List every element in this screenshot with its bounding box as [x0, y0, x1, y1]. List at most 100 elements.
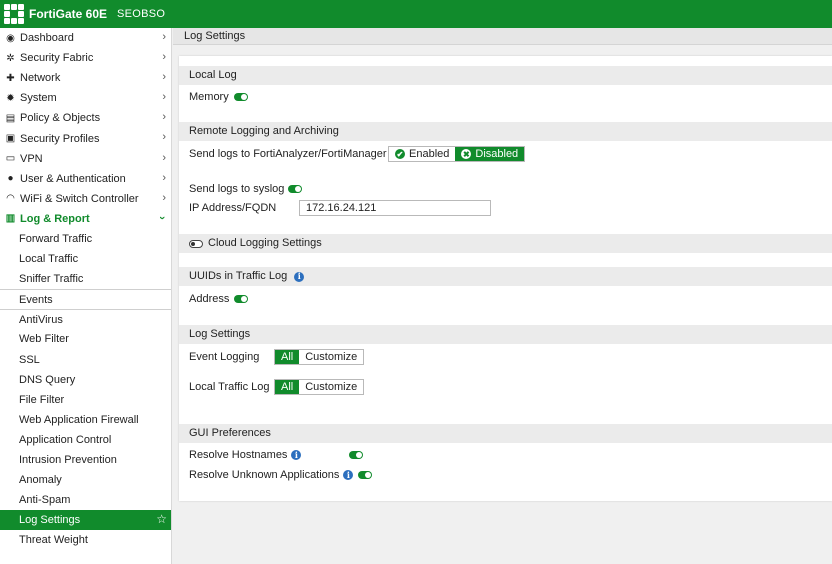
sidebar-subitem-anomaly[interactable]: Anomaly — [0, 470, 171, 490]
sidebar-item-label: VPN — [20, 152, 43, 165]
sidebar-item-label: Network — [20, 72, 61, 85]
sidebar-item-label: Security Profiles — [20, 132, 100, 145]
chevron-right-icon: › — [162, 171, 166, 184]
syslog-toggle[interactable] — [288, 185, 303, 193]
settings-panel: Local Log Memory Remote Logging and Arch… — [179, 56, 832, 501]
chart-icon: ▥ — [5, 213, 16, 225]
fortinet-logo-icon — [4, 4, 24, 24]
cross-icon: ✖ — [461, 149, 472, 159]
hostname: SEOBSO — [117, 8, 166, 20]
chevron-down-icon: › — [156, 216, 169, 220]
sidebar-item-user-authentication[interactable]: ● User & Authentication › — [0, 169, 171, 189]
sidebar-subitem-local-traffic[interactable]: Local Traffic — [0, 249, 171, 269]
sidebar-subitem-file-filter[interactable]: File Filter — [0, 390, 171, 410]
sidebar-subitem-ssl[interactable]: SSL — [0, 350, 171, 370]
sidebar-subitem-anti-spam[interactable]: Anti-Spam — [0, 490, 171, 510]
sidebar-subitem-intrusion-prevention[interactable]: Intrusion Prevention — [0, 450, 171, 470]
sidebar-item-log-report[interactable]: ▥ Log & Report › — [0, 209, 171, 229]
chevron-right-icon: › — [162, 151, 166, 164]
resolve-apps-label: Resolve Unknown Applications — [189, 469, 340, 481]
sidebar-item-label: Security Fabric — [20, 52, 94, 65]
cloud-logging-toggle[interactable] — [189, 239, 203, 248]
sidebar-subitem-events[interactable]: Events — [0, 289, 171, 309]
syslog-row: Send logs to syslog — [189, 181, 303, 197]
info-icon[interactable]: i — [294, 271, 305, 282]
sidebar-item-label: System — [20, 92, 57, 105]
sidebar-item-vpn[interactable]: ▭ VPN › — [0, 149, 171, 169]
uuids-heading: UUIDs in Traffic Log — [189, 270, 288, 282]
event-logging-label: Event Logging — [189, 351, 260, 363]
local-traffic-all-option[interactable]: All — [275, 380, 300, 394]
sidebar-item-system[interactable]: ✹ System › — [0, 88, 171, 108]
section-log-settings-header: Log Settings — [179, 325, 832, 344]
sidebar-item-dashboard[interactable]: ◉ Dashboard › — [0, 28, 171, 48]
monitor-icon: ▭ — [5, 153, 16, 165]
network-icon: ✚ — [6, 72, 15, 84]
address-label: Address — [189, 293, 230, 305]
sidebar-subitem-web-filter[interactable]: Web Filter — [0, 329, 171, 349]
sidebar-subitem-sniffer-traffic[interactable]: Sniffer Traffic — [0, 269, 171, 289]
chevron-right-icon: › — [162, 131, 166, 144]
sidebar-subitem-application-control[interactable]: Application Control — [0, 430, 171, 450]
sidebar-subitem-forward-traffic[interactable]: Forward Traffic — [0, 229, 171, 249]
ip-label: IP Address/FQDN — [189, 202, 277, 214]
enabled-option[interactable]: ✔ Enabled — [389, 147, 455, 161]
policy-icon: ▤ — [5, 112, 16, 124]
disabled-label: Disabled — [475, 148, 519, 160]
sidebar-item-wifi-switch[interactable]: ◠ WiFi & Switch Controller › — [0, 189, 171, 209]
send-fortianalyzer-label: Send logs to FortiAnalyzer/FortiManager — [189, 148, 387, 160]
resolve-apps-row: Resolve Unknown Applications i — [189, 467, 379, 483]
local-traffic-customize-option[interactable]: Customize — [299, 380, 363, 394]
memory-row: Memory — [189, 89, 248, 105]
sidebar-item-label: Log & Report — [20, 212, 90, 225]
sidebar-subitem-antivirus[interactable]: AntiVirus — [0, 309, 171, 329]
event-logging-customize-option[interactable]: Customize — [299, 350, 363, 364]
section-remote-logging-header: Remote Logging and Archiving — [179, 122, 832, 141]
star-icon[interactable]: ☆ — [156, 512, 167, 526]
section-gui-preferences-header: GUI Preferences — [179, 424, 832, 443]
sidebar-item-label: WiFi & Switch Controller — [20, 192, 139, 205]
top-bar: FortiGate 60E SEOBSO — [0, 0, 832, 28]
sidebar-item-network[interactable]: ✚ Network › — [0, 68, 171, 88]
chevron-right-icon: › — [162, 31, 166, 43]
local-traffic-log-toggle-group: All Customize — [274, 379, 365, 395]
lock-icon: ▣ — [5, 133, 16, 145]
event-logging-all-option[interactable]: All — [275, 350, 300, 364]
resolve-apps-toggle[interactable] — [358, 471, 373, 479]
gear-icon: ✹ — [6, 92, 15, 104]
chevron-right-icon: › — [162, 71, 166, 84]
sidebar-subitem-log-settings[interactable]: Log Settings ☆ — [0, 510, 171, 531]
wifi-icon: ◠ — [6, 193, 15, 205]
local-traffic-log-label: Local Traffic Log — [189, 381, 270, 393]
info-icon[interactable]: i — [343, 470, 354, 480]
sidebar-item-label: User & Authentication — [20, 172, 126, 185]
info-icon[interactable]: i — [291, 450, 302, 460]
disabled-option[interactable]: ✖ Disabled — [455, 147, 525, 161]
memory-label: Memory — [189, 91, 229, 103]
resolve-hostnames-row: Resolve Hostnames i — [189, 447, 379, 463]
event-logging-toggle-group: All Customize — [274, 349, 365, 365]
enabled-label: Enabled — [409, 148, 450, 160]
sidebar-item-security-fabric[interactable]: ✲ Security Fabric › — [0, 48, 171, 68]
chevron-right-icon: › — [162, 91, 166, 104]
sidebar-subitem-label: Log Settings — [19, 514, 81, 527]
sidebar-item-security-profiles[interactable]: ▣ Security Profiles › — [0, 128, 171, 148]
address-row: Address — [189, 291, 249, 307]
sidebar-subitem-dns-query[interactable]: DNS Query — [0, 370, 171, 390]
section-uuids-header: UUIDs in Traffic Log i — [179, 267, 832, 286]
resolve-hostnames-toggle[interactable] — [349, 451, 363, 459]
section-local-log-header: Local Log — [179, 66, 832, 85]
dashboard-icon: ◉ — [6, 32, 15, 44]
section-cloud-logging-header: Cloud Logging Settings — [179, 234, 832, 253]
sidebar-subitem-waf[interactable]: Web Application Firewall — [0, 410, 171, 430]
resolve-hostnames-label: Resolve Hostnames — [189, 449, 288, 461]
sidebar-subitem-threat-weight[interactable]: Threat Weight — [0, 530, 171, 550]
security-fabric-icon: ✲ — [6, 52, 15, 64]
sidebar-item-label: Dashboard — [20, 32, 74, 45]
address-toggle[interactable] — [234, 295, 249, 303]
ip-address-input[interactable] — [299, 200, 491, 216]
sidebar-item-policy-objects[interactable]: ▤ Policy & Objects › — [0, 108, 171, 128]
chevron-right-icon: › — [162, 51, 166, 64]
product-name: FortiGate 60E — [29, 7, 108, 21]
memory-toggle[interactable] — [233, 93, 248, 101]
